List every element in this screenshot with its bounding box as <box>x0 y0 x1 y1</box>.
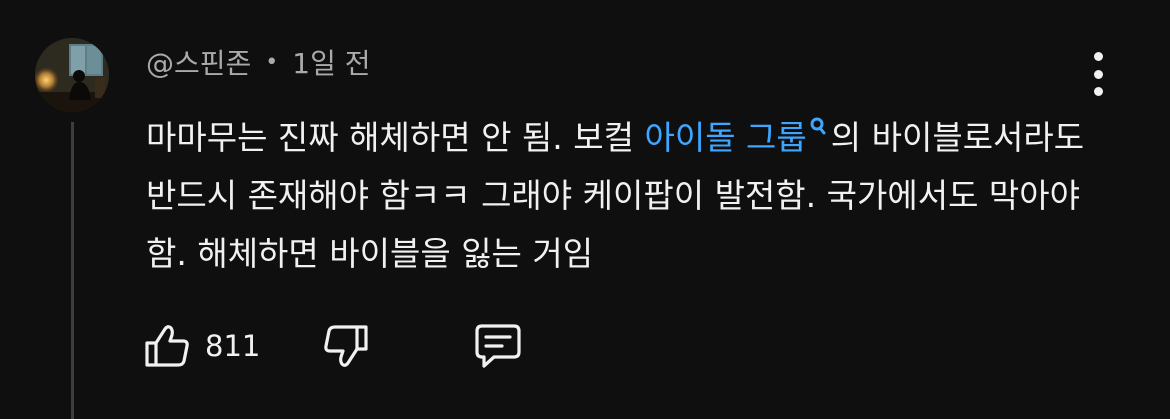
avatar-image <box>35 38 109 112</box>
comment-header: @스핀존 • 1일 전 <box>146 38 371 86</box>
avatar[interactable] <box>35 38 109 112</box>
dislike-button[interactable] <box>322 323 370 369</box>
thread-line <box>71 122 74 419</box>
reply-comment-icon <box>475 324 521 368</box>
reply-button[interactable] <box>472 322 524 370</box>
like-button[interactable] <box>143 323 191 369</box>
comment-text-part: 마마무는 진짜 해체하면 안 됨. 보컬 <box>146 118 645 157</box>
thumbs-down-icon <box>324 325 368 367</box>
search-link[interactable]: 아이돌 그룹 <box>644 118 806 157</box>
comment-item: @스핀존 • 1일 전 마마무는 진짜 해체하면 안 됨. 보컬 아이돌 그룹 의… <box>0 0 1170 419</box>
comment-actions: 811 <box>143 318 524 374</box>
comment-time[interactable]: 1일 전 <box>292 42 370 82</box>
like-count: 811 <box>205 329 261 363</box>
separator-dot: • <box>265 49 279 75</box>
more-vertical-icon <box>1093 52 1103 61</box>
author-name[interactable]: @스핀존 <box>146 42 251 82</box>
comment-text: 마마무는 진짜 해체하면 안 됨. 보컬 아이돌 그룹 의 바이블로서라도 반드시… <box>146 97 1106 283</box>
more-options-button[interactable] <box>1082 52 1114 96</box>
search-icon[interactable] <box>809 97 827 155</box>
thumbs-up-icon <box>145 325 189 367</box>
